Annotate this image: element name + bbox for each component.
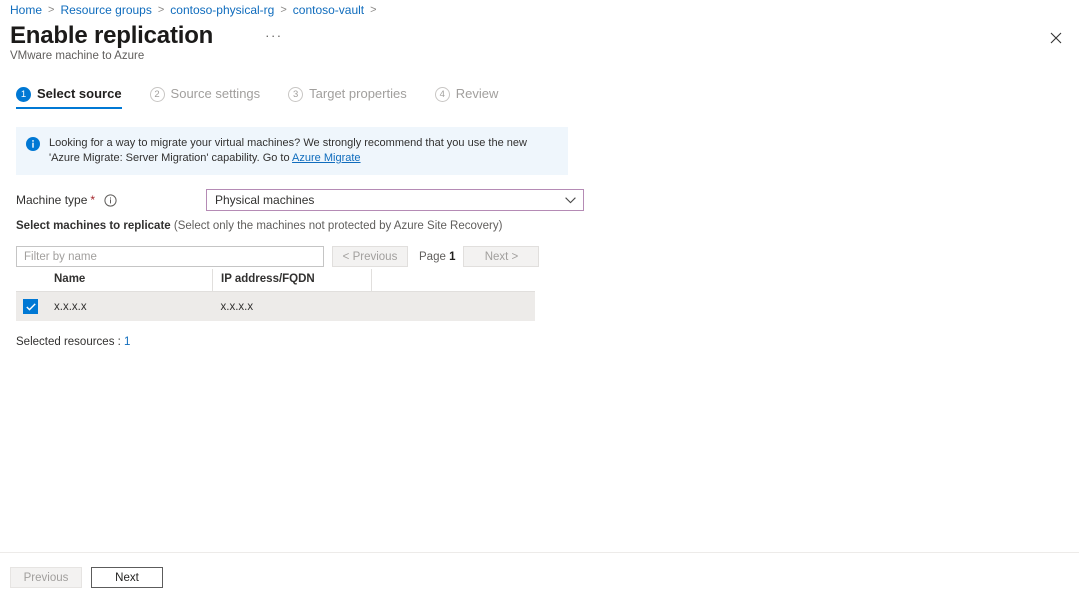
column-header-extra	[371, 269, 535, 292]
wizard-tabs: 1 Select source 2 Source settings 3 Targ…	[16, 86, 526, 109]
step-number-badge: 2	[149, 86, 165, 102]
selected-resources-count: 1	[124, 336, 131, 348]
breadcrumb-separator-icon: >	[370, 4, 377, 16]
table-header: Name IP address/FQDN	[16, 269, 535, 292]
close-icon	[1050, 32, 1062, 44]
info-icon	[26, 137, 40, 151]
info-tooltip-icon[interactable]	[104, 193, 117, 207]
table-body: x.x.x.x x.x.x.x	[16, 291, 535, 321]
select-machines-heading: Select machines to replicate (Select onl…	[16, 218, 502, 234]
tab-label: Target properties	[309, 86, 407, 101]
select-machines-heading-note: (Select only the machines not protected …	[170, 220, 503, 232]
breadcrumb: Home > Resource groups > contoso-physica…	[10, 2, 383, 18]
page-subtitle: VMware machine to Azure	[10, 50, 145, 62]
table-row[interactable]: x.x.x.x x.x.x.x	[16, 291, 535, 321]
selected-resources-label: Selected resources :	[16, 336, 125, 348]
tab-source-settings[interactable]: 2 Source settings	[149, 86, 261, 109]
row-select-cell	[16, 291, 54, 321]
column-header-name: Name	[54, 269, 213, 292]
select-machines-heading-strong: Select machines to replicate	[16, 220, 171, 232]
row-checkbox-checked[interactable]	[23, 299, 38, 314]
next-page-button[interactable]: Next >	[463, 246, 540, 267]
breadcrumb-item-home[interactable]: Home	[10, 2, 42, 18]
previous-page-button[interactable]: < Previous	[332, 246, 408, 267]
breadcrumb-item-contoso-vault[interactable]: contoso-vault	[293, 2, 364, 18]
footer-previous-button[interactable]: Previous	[10, 567, 82, 588]
machine-type-field: Machine type * Physical machines	[16, 189, 586, 211]
step-number-badge: 4	[434, 86, 450, 102]
step-number-badge: 3	[288, 86, 304, 102]
page-number: 1	[449, 250, 456, 263]
tab-review[interactable]: 4 Review	[434, 86, 499, 109]
breadcrumb-separator-icon: >	[280, 4, 287, 16]
more-options-icon[interactable]: ···	[265, 29, 283, 42]
required-indicator: *	[90, 193, 96, 207]
tab-select-source[interactable]: 1 Select source	[16, 86, 122, 109]
step-number-badge: 1	[16, 86, 31, 102]
tab-target-properties[interactable]: 3 Target properties	[288, 86, 407, 109]
page-indicator: Page 1	[419, 251, 455, 263]
info-banner: Looking for a way to migrate your virtua…	[16, 127, 568, 175]
wizard-footer: Previous Next	[10, 567, 163, 588]
machines-table: Name IP address/FQDN x.x.x.x x.x.x.x	[16, 269, 535, 321]
info-banner-text: Looking for a way to migrate your virtua…	[49, 136, 558, 166]
azure-migrate-link[interactable]: Azure Migrate	[292, 152, 360, 164]
row-cell-ip: x.x.x.x	[212, 291, 372, 321]
breadcrumb-item-contoso-physical-rg[interactable]: contoso-physical-rg	[170, 2, 274, 18]
row-cell-name: x.x.x.x	[54, 291, 213, 321]
footer-divider	[0, 552, 1079, 553]
page-word: Page	[419, 250, 446, 263]
column-header-ip-fqdn: IP address/FQDN	[212, 269, 372, 292]
table-header-row: Name IP address/FQDN	[16, 269, 535, 292]
filter-and-pagination: < Previous Page 1 Next >	[16, 246, 540, 267]
tab-label: Review	[455, 86, 499, 101]
close-button[interactable]	[1045, 27, 1067, 49]
info-banner-message: Looking for a way to migrate your virtua…	[49, 137, 527, 164]
row-cell-extra	[371, 291, 535, 321]
machine-type-selected-value: Physical machines	[215, 193, 315, 207]
machine-type-label: Machine type *	[16, 193, 206, 207]
filter-by-name-input[interactable]	[16, 246, 324, 267]
machine-type-label-text: Machine type	[16, 193, 88, 207]
machine-type-dropdown[interactable]: Physical machines	[206, 189, 584, 211]
breadcrumb-separator-icon: >	[48, 4, 55, 16]
checkmark-icon	[25, 302, 36, 311]
selected-resources: Selected resources : 1	[16, 336, 130, 348]
page-title: Enable replication	[10, 22, 214, 49]
tab-label: Source settings	[170, 86, 261, 101]
column-header-select	[16, 269, 54, 292]
chevron-down-icon	[565, 196, 576, 204]
breadcrumb-separator-icon: >	[157, 4, 165, 16]
tab-label: Select source	[37, 86, 122, 101]
breadcrumb-item-resource-groups[interactable]: Resource groups	[60, 2, 151, 18]
footer-next-button[interactable]: Next	[91, 567, 163, 588]
page-header: Enable replication ···	[10, 22, 283, 50]
